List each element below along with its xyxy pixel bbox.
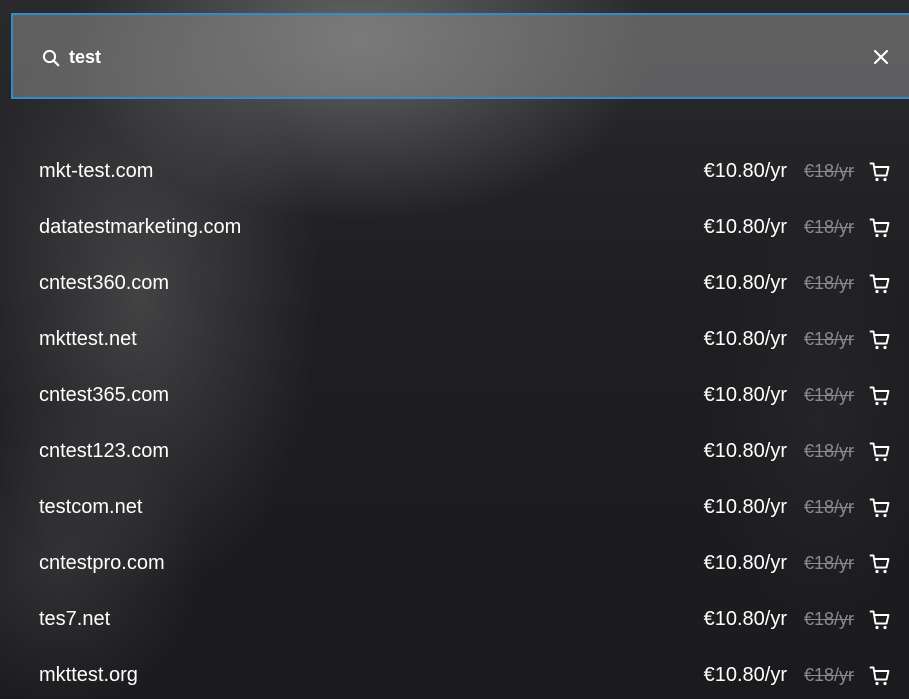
domain-result-row[interactable]: cntest123.com €10.80/yr €18/yr xyxy=(0,423,909,479)
original-price: €18/yr xyxy=(804,553,855,573)
search-input[interactable] xyxy=(69,41,829,73)
domain-result-row[interactable]: mkttest.net €10.80/yr €18/yr xyxy=(0,311,909,367)
domain-name[interactable]: cntest360.com xyxy=(39,271,169,295)
cart-icon[interactable] xyxy=(869,665,891,687)
domain-name[interactable]: tes7.net xyxy=(39,607,110,631)
clear-search-button[interactable] xyxy=(868,44,894,70)
domain-price: €10.80/yr xyxy=(703,216,787,238)
original-price: €18/yr xyxy=(804,497,855,517)
search-bar xyxy=(11,13,909,99)
domain-name[interactable]: mkttest.org xyxy=(39,663,138,687)
domain-price: €10.80/yr xyxy=(703,440,787,462)
domain-result-row[interactable]: testcom.net €10.80/yr €18/yr xyxy=(0,479,909,535)
original-price: €18/yr xyxy=(804,441,855,461)
domain-price: €10.80/yr xyxy=(703,664,787,686)
cart-icon[interactable] xyxy=(869,329,891,351)
original-price: €18/yr xyxy=(804,385,855,405)
domain-name[interactable]: datatestmarketing.com xyxy=(39,215,241,239)
domain-result-row[interactable]: datatestmarketing.com €10.80/yr €18/yr xyxy=(0,199,909,255)
domain-result-row[interactable]: cntest360.com €10.80/yr €18/yr xyxy=(0,255,909,311)
original-price: €18/yr xyxy=(804,665,855,685)
cart-icon[interactable] xyxy=(869,385,891,407)
domain-price: €10.80/yr xyxy=(703,552,787,574)
domain-name[interactable]: testcom.net xyxy=(39,495,142,519)
original-price: €18/yr xyxy=(804,329,855,349)
cart-icon[interactable] xyxy=(869,273,891,295)
cart-icon[interactable] xyxy=(869,217,891,239)
domain-name[interactable]: cntest365.com xyxy=(39,383,169,407)
domain-results-list: mkt-test.com €10.80/yr €18/yr datatestmarke… xyxy=(0,143,909,699)
original-price: €18/yr xyxy=(804,609,855,629)
domain-price: €10.80/yr xyxy=(703,496,787,518)
domain-result-row[interactable]: tes7.net €10.80/yr €18/yr xyxy=(0,591,909,647)
domain-result-row[interactable]: mkttest.org €10.80/yr €18/yr xyxy=(0,647,909,699)
domain-result-row[interactable]: cntestpro.com €10.80/yr €18/yr xyxy=(0,535,909,591)
original-price: €18/yr xyxy=(804,217,855,237)
domain-price: €10.80/yr xyxy=(703,608,787,630)
domain-name[interactable]: cntest123.com xyxy=(39,439,169,463)
close-icon xyxy=(873,49,889,65)
original-price: €18/yr xyxy=(804,161,855,181)
search-icon xyxy=(42,49,60,67)
domain-price: €10.80/yr xyxy=(703,328,787,350)
cart-icon[interactable] xyxy=(869,441,891,463)
domain-name[interactable]: cntestpro.com xyxy=(39,551,165,575)
cart-icon[interactable] xyxy=(869,609,891,631)
domain-name[interactable]: mkttest.net xyxy=(39,327,137,351)
domain-result-row[interactable]: mkt-test.com €10.80/yr €18/yr xyxy=(0,143,909,199)
cart-icon[interactable] xyxy=(869,553,891,575)
domain-name[interactable]: mkt-test.com xyxy=(39,159,153,183)
domain-result-row[interactable]: cntest365.com €10.80/yr €18/yr xyxy=(0,367,909,423)
domain-price: €10.80/yr xyxy=(703,384,787,406)
domain-price: €10.80/yr xyxy=(703,272,787,294)
original-price: €18/yr xyxy=(804,273,855,293)
domain-price: €10.80/yr xyxy=(703,160,787,182)
cart-icon[interactable] xyxy=(869,497,891,519)
cart-icon[interactable] xyxy=(869,161,891,183)
